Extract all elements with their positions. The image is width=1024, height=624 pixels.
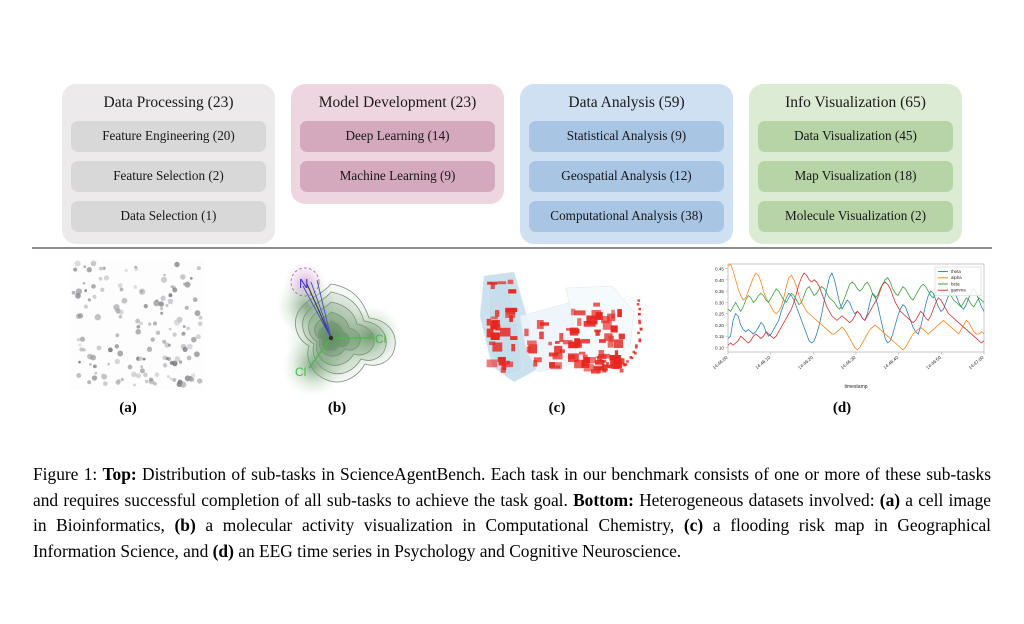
y-axis-tick-label: 0.20	[715, 323, 724, 328]
figure-panel-a: (a)	[38, 258, 218, 416]
subtask-chip: Feature Engineering (20)	[71, 120, 266, 152]
caption-emphasis: Bottom:	[573, 489, 634, 510]
category-card-info-visualization: Info Visualization (65) Data Visualizatio…	[749, 84, 962, 244]
subtask-chip: Deep Learning (14)	[300, 120, 495, 152]
figure-panel-c: (c)	[452, 258, 662, 416]
category-title: Data Analysis (59)	[568, 94, 685, 111]
y-axis-tick-label: 0.15	[715, 334, 724, 339]
eeg-chart-canvas: 0.100.150.200.250.300.350.400.4514:46:00…	[698, 258, 990, 390]
subtask-chip: Molecule Visualization (2)	[758, 200, 953, 232]
figure-caption: Figure 1: Top: Distribution of sub-tasks…	[33, 462, 991, 564]
figure-panel-d: 0.10 0.15 0.20 0.25 0.30 0.35 0.40 0.45 14:46:00…	[692, 258, 992, 416]
taxonomy-panel-row: Data Processing (23) Feature Engineering …	[62, 84, 962, 244]
category-title: Model Development (23)	[318, 94, 477, 111]
atom-label: N	[299, 276, 308, 291]
example-figures-row: (a) N Cl Cl (b) (c) 0.10 0.15 0.20 0.25 0.30 0.…	[32, 258, 992, 428]
subtask-chip: Machine Learning (9)	[300, 160, 495, 192]
subtask-chip: Map Visualization (18)	[758, 160, 953, 192]
category-card-data-analysis: Data Analysis (59) Statistical Analysis (…	[520, 84, 733, 244]
category-card-data-processing: Data Processing (23) Feature Engineering …	[62, 84, 275, 244]
figure-panel-a-caption: (a)	[119, 400, 137, 416]
caption-text: a molecular activity visualization in Co…	[195, 515, 684, 535]
subtask-chip: Feature Selection (2)	[71, 160, 266, 192]
y-axis-tick-label: 0.30	[715, 300, 724, 305]
y-axis-tick-label: 0.40	[715, 278, 724, 283]
caption-emphasis: (b)	[174, 515, 196, 535]
caption-text: Figure 1:	[33, 464, 103, 484]
legend-label-beta: beta	[951, 281, 960, 286]
figure-panel-c-caption: (c)	[548, 400, 566, 416]
y-axis-tick-label: 0.45	[715, 267, 724, 272]
flooding-risk-map	[462, 258, 652, 398]
y-axis-tick-label: 0.25	[715, 312, 724, 317]
caption-emphasis: (d)	[212, 540, 234, 561]
subtask-chip: Data Visualization (45)	[758, 120, 953, 152]
x-axis-label: timestamp	[844, 384, 867, 390]
subtask-chip: Statistical Analysis (9)	[529, 120, 724, 152]
legend-label-theta: theta	[951, 269, 961, 274]
y-axis-tick-label: 0.35	[715, 289, 724, 294]
caption-text: Heterogeneous datasets involved:	[633, 489, 880, 510]
map-canvas	[479, 271, 643, 383]
caption-emphasis: (a)	[879, 489, 901, 510]
atom-label: Cl	[375, 332, 386, 346]
atom-label: Cl	[295, 365, 306, 379]
subtask-chip: Data Selection (1)	[71, 200, 266, 232]
section-divider-rule	[32, 247, 992, 249]
cell-image-canvas	[70, 260, 204, 390]
caption-emphasis: Top:	[102, 464, 137, 484]
figure-panel-d-caption: (d)	[832, 400, 852, 416]
cell-image	[70, 260, 204, 390]
subtask-chip: Computational Analysis (38)	[529, 200, 724, 232]
figure-panel-b: N Cl Cl (b)	[247, 258, 427, 416]
category-card-model-development: Model Development (23) Deep Learning (14)…	[291, 84, 504, 204]
category-title: Info Visualization (65)	[785, 94, 926, 111]
legend-label-gamma: gamma	[951, 288, 966, 293]
y-axis-tick-label: 0.10	[715, 345, 724, 350]
figure-panel-b-caption: (b)	[327, 400, 347, 416]
molecule-canvas: N Cl Cl	[276, 261, 402, 397]
molecule-visualization: N Cl Cl	[269, 258, 409, 397]
caption-text: an EEG time series in Psychology and Cog…	[233, 540, 682, 561]
caption-emphasis: (c)	[683, 515, 704, 535]
subtask-chip: Geospatial Analysis (12)	[529, 160, 724, 192]
legend-label-alpha: alpha	[951, 275, 962, 280]
category-title: Data Processing (23)	[103, 94, 234, 111]
eeg-time-series-chart: 0.10 0.15 0.20 0.25 0.30 0.35 0.40 0.45 14:46:00…	[698, 258, 990, 390]
